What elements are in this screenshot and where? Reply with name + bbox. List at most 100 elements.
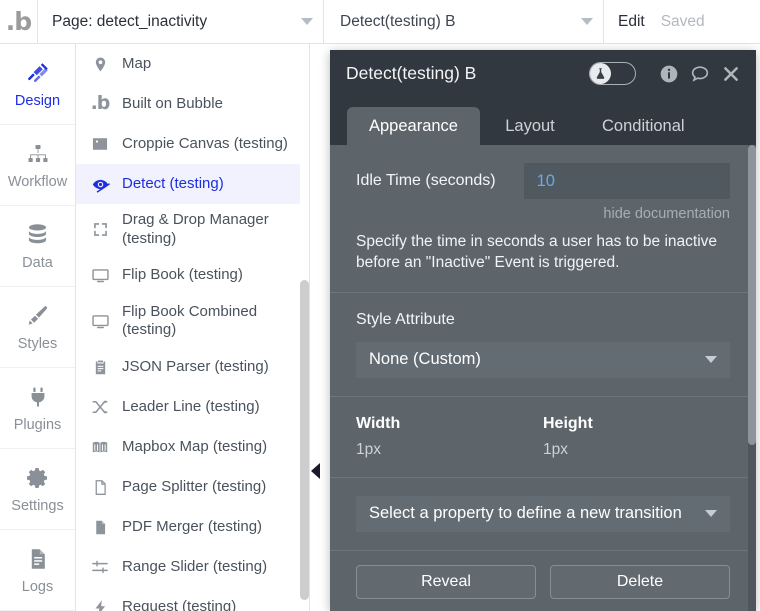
height-label: Height bbox=[543, 414, 593, 432]
plug-icon bbox=[26, 384, 50, 410]
dimensions-grid: Width 1px Height 1px bbox=[356, 415, 730, 459]
height-value[interactable]: 1px bbox=[543, 441, 730, 459]
scrollbar-thumb[interactable] bbox=[748, 145, 756, 445]
workflow-tree-icon bbox=[26, 141, 50, 167]
sidebar-item-workflow[interactable]: Workflow bbox=[0, 125, 75, 206]
height-column: Height 1px bbox=[543, 415, 730, 459]
plugin-list-scrollbar[interactable] bbox=[300, 44, 309, 611]
tab-conditional[interactable]: Conditional bbox=[580, 107, 707, 145]
list-item[interactable]: Croppie Canvas (testing) bbox=[76, 124, 310, 164]
sidebar-item-logs[interactable]: Logs bbox=[0, 530, 75, 611]
sidebar-item-settings-label: Settings bbox=[11, 497, 64, 514]
list-item-label: Drag & Drop Manager (testing) bbox=[122, 211, 269, 247]
transition-property-dropdown[interactable]: Select a property to define a new transi… bbox=[356, 495, 730, 532]
list-item[interactable]: Leader Line (testing) bbox=[76, 387, 310, 427]
sidebar-item-design[interactable]: Design bbox=[0, 44, 75, 125]
plugin-element-list[interactable]: Map .b Built on Bubble Croppie Canvas (t… bbox=[76, 44, 310, 611]
expand-arrows-icon bbox=[90, 220, 110, 240]
lightning-bolt-icon bbox=[90, 597, 110, 611]
list-item[interactable]: PDF Merger (testing) bbox=[76, 507, 310, 547]
hide-documentation-link[interactable]: hide documentation bbox=[356, 206, 730, 222]
sidebar-item-logs-label: Logs bbox=[21, 578, 54, 595]
idle-time-documentation: Specify the time in seconds a user has t… bbox=[356, 233, 718, 272]
topbar-actions: Edit Saved bbox=[604, 0, 760, 43]
tab-conditional-label: Conditional bbox=[602, 116, 685, 135]
list-item[interactable]: Map bbox=[76, 44, 310, 84]
dimensions-section: Width 1px Height 1px bbox=[330, 397, 756, 478]
list-item-label: Request (testing) bbox=[122, 597, 237, 611]
eye-slash-icon bbox=[90, 174, 110, 194]
list-item[interactable]: Flip Book (testing) bbox=[76, 256, 310, 296]
reveal-button[interactable]: Reveal bbox=[356, 564, 536, 599]
list-item[interactable]: Range Slider (testing) bbox=[76, 547, 310, 587]
width-label: Width bbox=[356, 414, 401, 432]
tab-layout-label: Layout bbox=[505, 116, 555, 135]
page-outline-icon bbox=[90, 477, 110, 497]
property-editor-body: Idle Time (seconds) 10 hide documentatio… bbox=[330, 145, 756, 599]
list-item[interactable]: JSON Parser (testing) bbox=[76, 347, 310, 387]
idle-time-value: 10 bbox=[536, 171, 555, 190]
style-attribute-dropdown[interactable]: None (Custom) bbox=[356, 341, 730, 378]
property-editor-scrollbar[interactable] bbox=[748, 145, 756, 611]
idle-time-label: Idle Time (seconds) bbox=[356, 172, 496, 189]
element-selector-dropdown[interactable]: Detect(testing) B bbox=[324, 0, 604, 43]
database-icon bbox=[25, 222, 50, 248]
flask-toggle-icon bbox=[590, 63, 611, 84]
sidebar-item-data[interactable]: Data bbox=[0, 206, 75, 287]
sidebar-item-plugins-label: Plugins bbox=[13, 416, 62, 433]
list-item[interactable]: Page Splitter (testing) bbox=[76, 467, 310, 507]
info-circle-icon[interactable] bbox=[658, 63, 680, 85]
delete-button[interactable]: Delete bbox=[550, 564, 730, 599]
page-filled-icon bbox=[90, 517, 110, 537]
sidebar-item-plugins[interactable]: Plugins bbox=[0, 368, 75, 449]
list-item-label: Range Slider (testing) bbox=[122, 557, 268, 575]
edit-button[interactable]: Edit bbox=[618, 13, 645, 31]
bubble-logo[interactable]: .b bbox=[0, 0, 38, 43]
property-editor-tabs: Appearance Layout Conditional bbox=[330, 97, 756, 145]
property-editor-title: Detect(testing) B bbox=[346, 63, 477, 83]
idle-time-input[interactable]: 10 bbox=[523, 163, 730, 199]
chevron-down-icon bbox=[301, 18, 313, 25]
bubble-logo-icon: .b bbox=[5, 7, 32, 36]
monitor-icon bbox=[90, 266, 110, 286]
list-item-label: Mapbox Map (testing) bbox=[122, 437, 268, 455]
transition-section: Select a property to define a new transi… bbox=[330, 478, 756, 551]
list-item[interactable]: Flip Book Combined (testing) bbox=[76, 296, 310, 348]
sidebar-item-styles[interactable]: Styles bbox=[0, 287, 75, 368]
element-selector-label: Detect(testing) B bbox=[340, 12, 456, 30]
idle-time-row: Idle Time (seconds) 10 bbox=[356, 163, 730, 199]
style-attribute-section: Style Attribute None (Custom) bbox=[330, 293, 756, 397]
tab-appearance-label: Appearance bbox=[369, 116, 458, 135]
list-item-label: Built on Bubble bbox=[122, 94, 223, 112]
list-item-label: Leader Line (testing) bbox=[122, 397, 260, 415]
list-item-label: Map bbox=[122, 54, 152, 72]
sidebar-item-settings[interactable]: Settings bbox=[0, 449, 75, 530]
style-attribute-value: None (Custom) bbox=[369, 350, 481, 369]
list-item-detect-testing[interactable]: Detect (testing) bbox=[76, 164, 310, 204]
width-column: Width 1px bbox=[356, 415, 543, 459]
close-x-icon[interactable] bbox=[720, 63, 742, 85]
chevron-down-icon bbox=[581, 18, 593, 25]
width-value[interactable]: 1px bbox=[356, 441, 543, 459]
page-selector-dropdown[interactable]: Page: detect_inactivity bbox=[38, 0, 324, 43]
shuffle-icon bbox=[90, 397, 110, 417]
list-item[interactable]: Request (testing) bbox=[76, 587, 310, 611]
property-editor-header: Detect(testing) B bbox=[330, 50, 756, 97]
scrollbar-thumb[interactable] bbox=[300, 280, 309, 600]
collapse-panel-handle[interactable] bbox=[311, 463, 320, 479]
design-brushes-icon bbox=[25, 60, 51, 86]
list-item[interactable]: Drag & Drop Manager (testing) bbox=[76, 204, 310, 256]
style-attribute-label: Style Attribute bbox=[356, 310, 455, 328]
left-nav-rail: Design Workflow Data Styles Plugins Sett… bbox=[0, 44, 76, 611]
transition-property-value: Select a property to define a new transi… bbox=[369, 504, 682, 523]
tab-layout[interactable]: Layout bbox=[480, 107, 580, 145]
tab-appearance[interactable]: Appearance bbox=[347, 107, 480, 145]
sidebar-item-data-label: Data bbox=[22, 254, 53, 271]
list-item[interactable]: .b Built on Bubble bbox=[76, 84, 310, 124]
comment-bubble-icon[interactable] bbox=[689, 63, 711, 85]
testing-mode-toggle[interactable] bbox=[589, 62, 636, 85]
page-selector-label: Page: detect_inactivity bbox=[52, 12, 208, 30]
list-item[interactable]: Mapbox Map (testing) bbox=[76, 427, 310, 467]
gear-icon bbox=[26, 465, 50, 491]
bubble-logo-icon: .b bbox=[90, 92, 111, 115]
